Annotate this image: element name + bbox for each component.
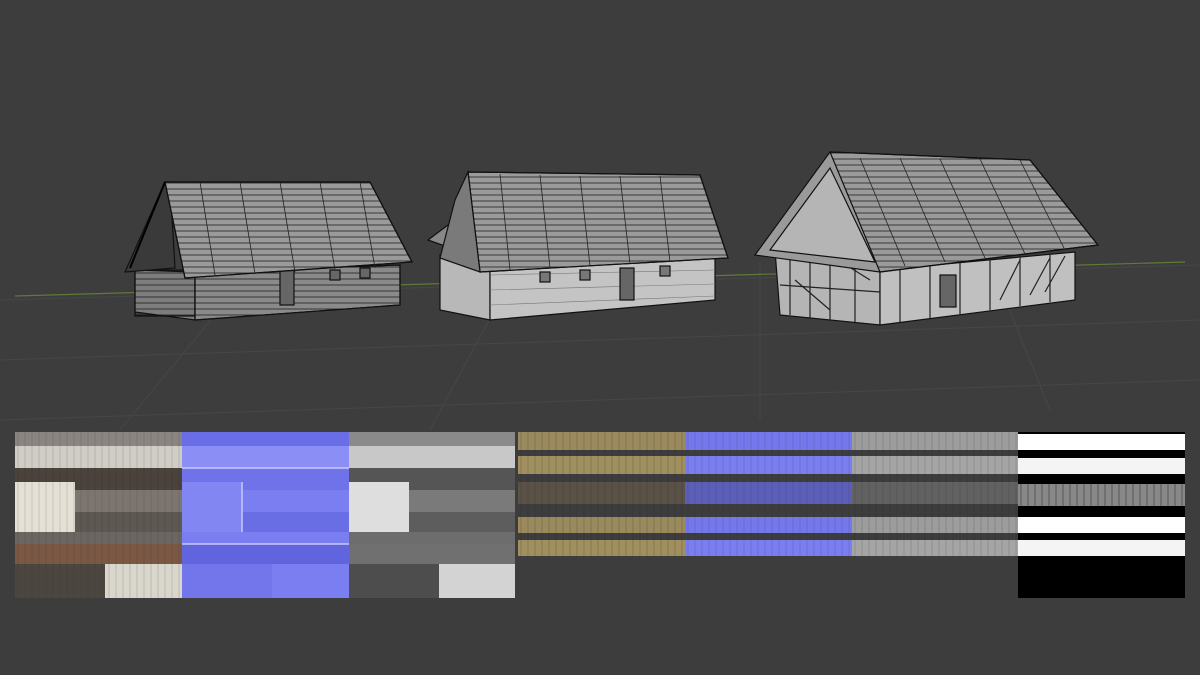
3d-viewport[interactable] bbox=[0, 0, 1200, 675]
texture-thatch-normal bbox=[685, 432, 852, 557]
texture-walls-roughness bbox=[349, 432, 515, 598]
texture-walls-normal bbox=[182, 432, 349, 598]
model-plastered-cottage[interactable] bbox=[426, 169, 729, 321]
model-log-cabin[interactable] bbox=[124, 181, 413, 321]
texture-thatch-albedo bbox=[518, 432, 685, 557]
texture-thatch-roughness bbox=[852, 432, 1018, 557]
texture-thatch-opacity bbox=[1018, 432, 1185, 598]
texture-walls-albedo bbox=[15, 432, 182, 598]
model-timber-frame-house[interactable] bbox=[753, 151, 1100, 326]
